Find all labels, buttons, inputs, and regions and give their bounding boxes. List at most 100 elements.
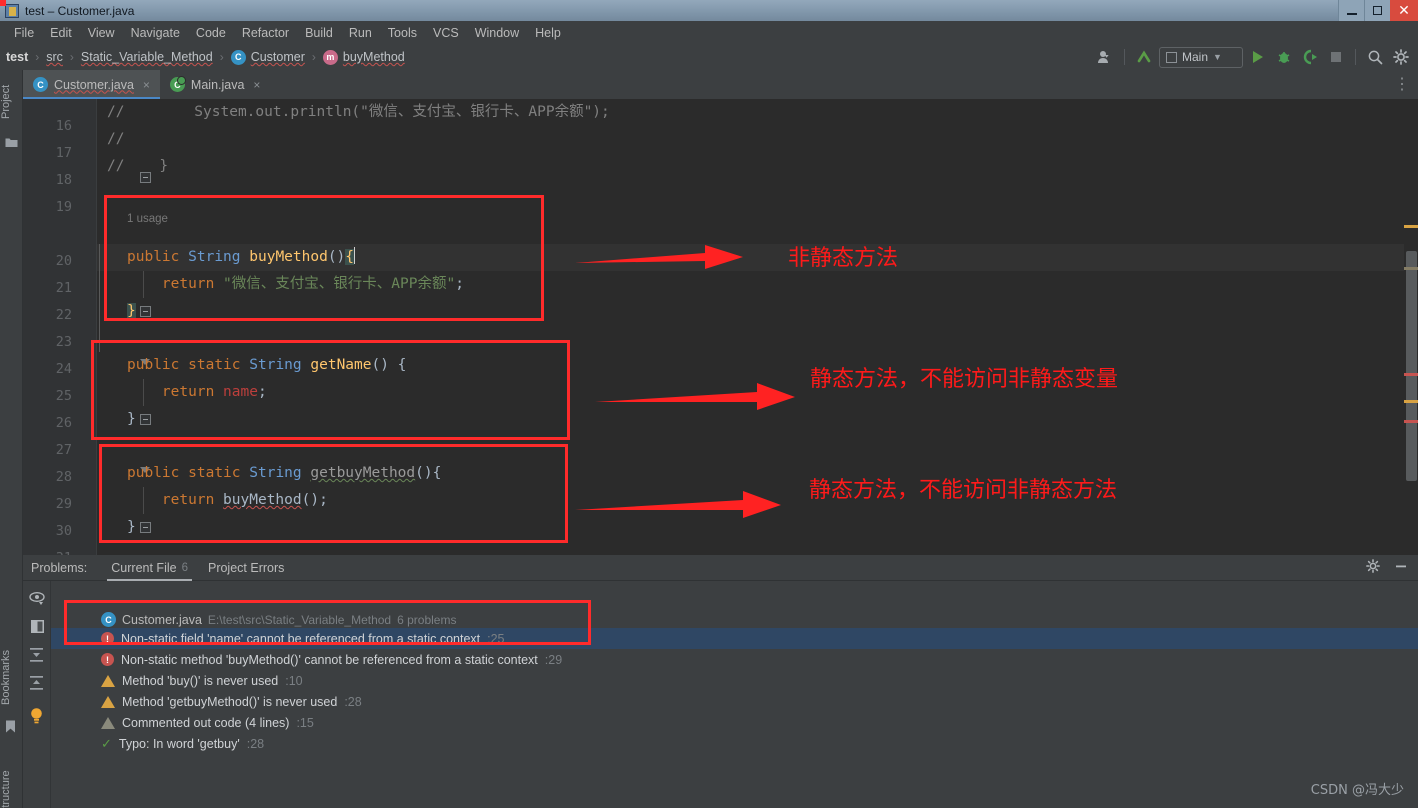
menu-run[interactable]: Run [341, 24, 380, 42]
matching-brace: } [127, 303, 136, 319]
sidebar-item-bookmarks[interactable]: Bookmarks [0, 640, 23, 714]
problem-row-3[interactable]: Method 'buy()' is never used :10 [51, 670, 1418, 691]
breadcrumb-separator: › [69, 50, 74, 64]
maximize-button[interactable] [1364, 0, 1390, 21]
problem-row-4[interactable]: Method 'getbuyMethod()' is never used :2… [51, 691, 1418, 712]
menu-tools[interactable]: Tools [380, 24, 425, 42]
debug-button[interactable] [1273, 46, 1295, 68]
problems-header-actions [1366, 555, 1408, 581]
line-number: 18 [55, 172, 72, 188]
warning-stripe-marker[interactable] [1404, 400, 1418, 403]
problem-line: :25 [487, 631, 505, 646]
error-stripe-marker-bar[interactable] [1404, 128, 1418, 555]
problem-line: :28 [344, 694, 362, 709]
error-stripe-marker[interactable] [1404, 420, 1418, 423]
problems-header: Problems: Current File 6 Project Errors [23, 555, 1418, 581]
type-string: String [249, 357, 302, 373]
usage-inlay-hint[interactable]: 1 usage [127, 209, 168, 229]
menu-vcs[interactable]: VCS [425, 24, 467, 42]
menu-window[interactable]: Window [467, 24, 527, 42]
editor-tab-customer[interactable]: C Customer.java × [23, 70, 160, 99]
breadcrumb-src[interactable]: src [46, 50, 63, 64]
problem-line: :28 [246, 736, 265, 751]
breadcrumb-method[interactable]: m buyMethod [322, 49, 405, 65]
line-number: 20 [55, 253, 72, 269]
menu-navigate[interactable]: Navigate [123, 24, 188, 42]
code-line-28: public static String getbuyMethod(){ [127, 460, 441, 487]
editor-tabs: C Customer.java × C Main.java × ⋮ [23, 70, 1418, 99]
inspection-bulb-icon[interactable] [29, 707, 44, 729]
method-icon: m [322, 49, 338, 65]
problems-file-header[interactable]: C Customer.java E:\test\src\Static_Varia… [101, 612, 456, 627]
stop-button[interactable] [1325, 46, 1347, 68]
settings-gear-icon[interactable] [1366, 558, 1380, 578]
update-arrow-icon[interactable] [1133, 46, 1155, 68]
problem-line: :15 [296, 715, 314, 730]
menu-build[interactable]: Build [297, 24, 341, 42]
keyword-return: return [161, 384, 215, 400]
problems-list[interactable]: C Customer.java E:\test\src\Static_Varia… [51, 581, 1418, 808]
menu-view[interactable]: View [80, 24, 123, 42]
minimize-panel-icon[interactable] [1394, 559, 1408, 578]
breadcrumb-test[interactable]: test [6, 50, 28, 64]
keyword-static: static [188, 465, 241, 481]
warning-stripe-marker[interactable] [1404, 225, 1418, 228]
tab-project-errors[interactable]: Project Errors [198, 555, 294, 581]
problem-row-1[interactable]: ! Non-static field 'name' cannot be refe… [51, 628, 1418, 649]
tab-current-file[interactable]: Current File 6 [101, 555, 198, 581]
problem-text: Non-static field 'name' cannot be refere… [121, 631, 481, 646]
sidebar-item-project[interactable]: Project [0, 74, 23, 130]
line-number: 22 [55, 307, 72, 323]
close-icon[interactable]: × [253, 78, 260, 92]
line-number: 24 [55, 361, 72, 377]
collapse-all-icon[interactable] [28, 675, 45, 696]
line-number: 23 [55, 334, 72, 350]
preview-eye-icon[interactable] [29, 591, 46, 611]
breadcrumb-package[interactable]: Static_Variable_Method [81, 50, 213, 64]
expand-all-icon[interactable] [28, 647, 45, 668]
bookmarks-icon[interactable] [5, 720, 18, 733]
sidebar-item-structure[interactable]: Structure [0, 760, 23, 808]
menu-help[interactable]: Help [527, 24, 569, 42]
editor-tabs-more-icon[interactable]: ⋮ [1394, 70, 1418, 99]
menu-refactor[interactable]: Refactor [234, 24, 297, 42]
close-icon[interactable]: × [143, 78, 150, 92]
user-account-icon[interactable] [1094, 46, 1116, 68]
menu-edit[interactable]: Edit [42, 24, 80, 42]
run-button[interactable] [1247, 46, 1269, 68]
error-icon: ! [101, 653, 114, 666]
main-toolbar: Main ▼ [1094, 44, 1412, 70]
problem-text: Method 'buy()' is never used [122, 673, 279, 688]
run-configuration-selector[interactable]: Main ▼ [1159, 46, 1243, 68]
minimize-button[interactable] [1338, 0, 1364, 21]
watermark: CSDN @冯大少 [1310, 783, 1404, 798]
editor-tab-main[interactable]: C Main.java × [160, 70, 271, 99]
settings-gear-icon[interactable] [1390, 46, 1412, 68]
code-line-25: return name; [127, 379, 267, 406]
open-editor-preview-icon[interactable] [30, 619, 45, 639]
search-everywhere-icon[interactable] [1364, 46, 1386, 68]
run-with-coverage-button[interactable] [1299, 46, 1321, 68]
editor-scrollbar-thumb[interactable] [1406, 251, 1417, 481]
line-number: 29 [55, 496, 72, 512]
problem-row-6[interactable]: ✓ Typo: In word 'getbuy' :28 [51, 733, 1418, 754]
weak-warning-stripe-marker[interactable] [1404, 267, 1418, 270]
project-folder-icon[interactable] [5, 136, 18, 149]
problem-row-2[interactable]: ! Non-static method 'buyMethod()' cannot… [51, 649, 1418, 670]
annotation-arrow-2 [595, 383, 795, 410]
close-button[interactable]: ✕ [1390, 0, 1418, 21]
chevron-down-icon: ▼ [1213, 52, 1222, 62]
keyword-static: static [188, 357, 241, 373]
code-folding-strip[interactable] [80, 99, 151, 555]
error-stripe-marker[interactable] [1404, 373, 1418, 376]
problems-tool-window: Problems: Current File 6 Project Errors [23, 555, 1418, 808]
menu-code[interactable]: Code [188, 24, 234, 42]
tab-label: Current File [111, 560, 177, 575]
menu-file[interactable]: File [6, 24, 42, 42]
breadcrumb-label: src [46, 50, 63, 64]
keyword-public: public [127, 249, 180, 265]
java-runnable-class-icon: C [169, 76, 186, 92]
problem-row-5[interactable]: Commented out code (4 lines) :15 [51, 712, 1418, 733]
code-line-21: return "微信、支付宝、银行卡、APP余额"; [127, 271, 464, 298]
breadcrumb-class[interactable]: C Customer [230, 49, 305, 65]
